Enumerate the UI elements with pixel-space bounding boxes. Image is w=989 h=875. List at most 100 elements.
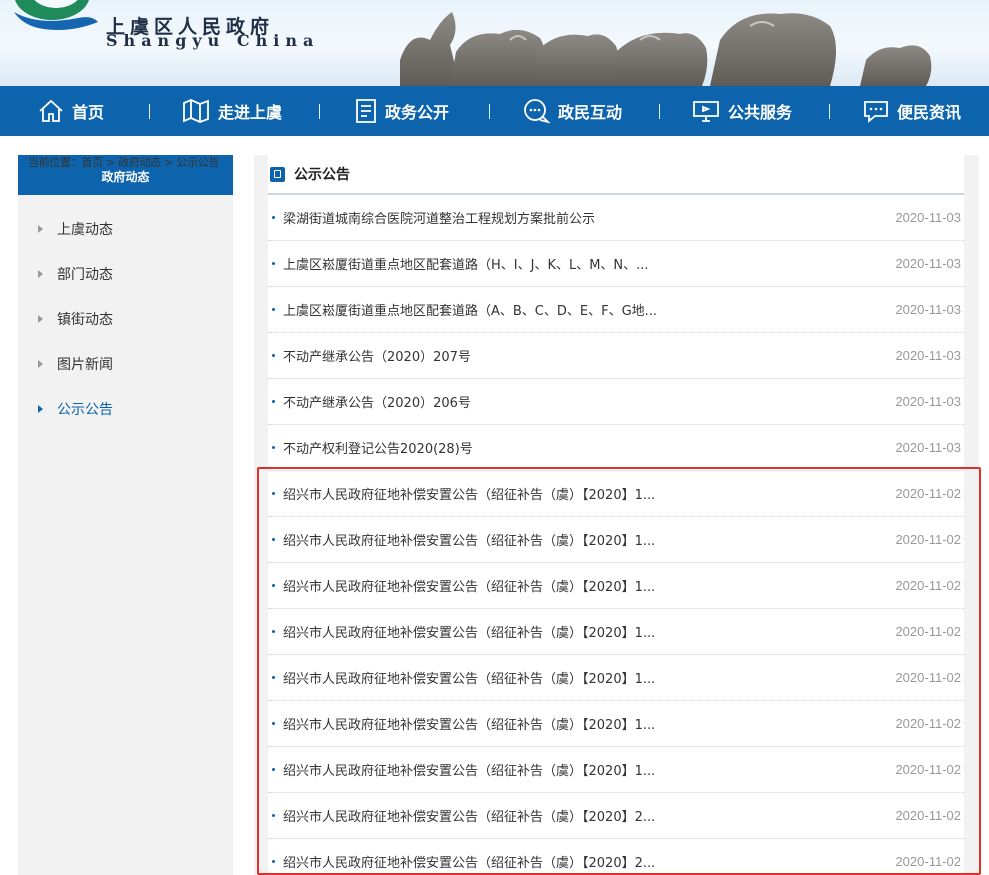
sidebar-item-label: 镇街动态 <box>57 311 113 328</box>
list-item[interactable]: 绍兴市人民政府征地补偿安置公告（绍征补告（虞）【2020】1... 2020-11… <box>268 655 964 701</box>
list-item-date: 2020-11-02 <box>895 716 961 731</box>
list-item-date: 2020-11-03 <box>895 256 961 271</box>
list-item-title[interactable]: 绍兴市人民政府征地补偿安置公告（绍征补告（虞）【2020】1... <box>283 530 703 549</box>
list-item[interactable]: 不动产继承公告（2020）207号 2020-11-03 <box>268 333 964 379</box>
triangle-right-icon <box>38 314 43 323</box>
home-icon <box>39 99 63 122</box>
list-item[interactable]: 绍兴市人民政府征地补偿安置公告（绍征补告（虞）【2020】1... 2020-11… <box>268 563 964 609</box>
nav-about[interactable]: 走进上虞 <box>182 86 282 136</box>
message-icon <box>864 101 888 123</box>
list-item-title[interactable]: 绍兴市人民政府征地补偿安置公告（绍征补告（虞）【2020】2... <box>283 852 703 871</box>
list-item[interactable]: 上虞区崧厦街道重点地区配套道路（A、B、C、D、E、F、G地... 2020-11… <box>268 287 964 333</box>
bullet-icon <box>272 860 275 863</box>
nav-divider <box>829 104 830 119</box>
bullet-icon <box>272 216 275 219</box>
panel-header: 公示公告 <box>268 155 964 195</box>
map-icon <box>183 99 209 123</box>
list-item-date: 2020-11-02 <box>895 854 961 869</box>
monitor-icon <box>693 101 719 122</box>
list-item[interactable]: 梁湖街道城南综合医院河道整治工程规划方案批前公示 2020-11-03 <box>268 195 964 241</box>
list-item-title[interactable]: 绍兴市人民政府征地补偿安置公告（绍征补告（虞）【2020】1... <box>283 622 703 641</box>
list-item-date: 2020-11-03 <box>895 302 961 317</box>
list-item-title[interactable]: 上虞区崧厦街道重点地区配套道路（H、I、J、K、L、M、N、... <box>283 254 703 273</box>
bullet-icon <box>272 262 275 265</box>
sidebar-item-label: 部门动态 <box>57 266 113 283</box>
nav-about-label: 走进上虞 <box>218 103 283 122</box>
nav-interaction[interactable]: 政民互动 <box>522 86 622 136</box>
list-item[interactable]: 绍兴市人民政府征地补偿安置公告（绍征补告（虞）【2020】1... 2020-11… <box>268 747 964 793</box>
nav-info-label: 便民资讯 <box>897 103 962 122</box>
sidebar-item-town-news[interactable]: 镇街动态 <box>18 296 233 341</box>
list-item[interactable]: 绍兴市人民政府征地补偿安置公告（绍征补告（虞）【2020】1... 2020-11… <box>268 609 964 655</box>
list-item-date: 2020-11-03 <box>895 210 961 225</box>
document-icon <box>356 99 376 123</box>
triangle-right-icon <box>38 404 43 413</box>
sidebar: 政府动态 上虞动态 部门动态 镇街动态 图片新闻 公示公告 <box>18 155 233 875</box>
header-banner: 上虞区人民政府 Shangyu China <box>0 0 989 86</box>
list-item-title[interactable]: 绍兴市人民政府征地补偿安置公告（绍征补告（虞）【2020】2... <box>283 806 703 825</box>
bullet-icon <box>272 492 275 495</box>
chat-icon <box>524 99 550 124</box>
bullet-icon <box>272 400 275 403</box>
bullet-icon <box>272 630 275 633</box>
list-item-title[interactable]: 不动产继承公告（2020）207号 <box>283 346 703 365</box>
document-icon <box>270 166 285 182</box>
sidebar-item-shangyu-news[interactable]: 上虞动态 <box>18 206 233 251</box>
list-item[interactable]: 绍兴市人民政府征地补偿安置公告（绍征补告（虞）【2020】2... 2020-11… <box>268 839 964 875</box>
list-item-title[interactable]: 不动产权利登记公告2020(28)号 <box>283 438 703 457</box>
nav-divider <box>319 104 320 119</box>
triangle-right-icon <box>38 224 43 233</box>
list-item[interactable]: 绍兴市人民政府征地补偿安置公告（绍征补告（虞）【2020】1... 2020-11… <box>268 471 964 517</box>
nav-divider <box>489 104 490 119</box>
list-item-date: 2020-11-02 <box>895 808 961 823</box>
list-item-title[interactable]: 不动产继承公告（2020）206号 <box>283 392 703 411</box>
bullet-icon <box>272 584 275 587</box>
list-item-title[interactable]: 绍兴市人民政府征地补偿安置公告（绍征补告（虞）【2020】1... <box>283 484 703 503</box>
triangle-right-icon <box>38 359 43 368</box>
bullet-icon <box>272 308 275 311</box>
bullet-icon <box>272 676 275 679</box>
list-item-title[interactable]: 绍兴市人民政府征地补偿安置公告（绍征补告（虞）【2020】1... <box>283 576 703 595</box>
list-item-date: 2020-11-02 <box>895 670 961 685</box>
main-panel: 公示公告 梁湖街道城南综合医院河道整治工程规划方案批前公示 2020-11-03 … <box>254 155 979 875</box>
list-item-date: 2020-11-02 <box>895 532 961 547</box>
nav-public-service[interactable]: 公共服务 <box>692 86 792 136</box>
nav-gov-affairs-label: 政务公开 <box>385 103 450 122</box>
bullet-icon <box>272 722 275 725</box>
list-item[interactable]: 绍兴市人民政府征地补偿安置公告（绍征补告（虞）【2020】1... 2020-11… <box>268 701 964 747</box>
bullet-icon <box>272 768 275 771</box>
list-item-title[interactable]: 绍兴市人民政府征地补偿安置公告（绍征补告（虞）【2020】1... <box>283 668 703 687</box>
list-item-date: 2020-11-03 <box>895 348 961 363</box>
triangle-right-icon <box>38 269 43 278</box>
site-logo-calligraphy <box>106 0 406 2</box>
list-item-title[interactable]: 梁湖街道城南综合医院河道整治工程规划方案批前公示 <box>283 208 703 227</box>
list-item[interactable]: 上虞区崧厦街道重点地区配套道路（H、I、J、K、L、M、N、... 2020-11… <box>268 241 964 287</box>
list-item-date: 2020-11-02 <box>895 624 961 639</box>
list-item[interactable]: 不动产继承公告（2020）206号 2020-11-03 <box>268 379 964 425</box>
site-logo[interactable] <box>8 0 100 44</box>
list-item[interactable]: 绍兴市人民政府征地补偿安置公告（绍征补告（虞）【2020】2... 2020-11… <box>268 793 964 839</box>
nav-info[interactable]: 便民资讯 <box>863 86 961 136</box>
list-item[interactable]: 绍兴市人民政府征地补偿安置公告（绍征补告（虞）【2020】1... 2020-11… <box>268 517 964 563</box>
sidebar-item-announcements[interactable]: 公示公告 <box>18 386 233 431</box>
nav-home[interactable]: 首页 <box>38 86 104 136</box>
list-item-date: 2020-11-02 <box>895 486 961 501</box>
list-item-date: 2020-11-03 <box>895 440 961 455</box>
list-item-title[interactable]: 上虞区崧厦街道重点地区配套道路（A、B、C、D、E、F、G地... <box>283 300 703 319</box>
nav-public-service-label: 公共服务 <box>728 103 793 122</box>
list-item-date: 2020-11-02 <box>895 578 961 593</box>
nav-gov-affairs[interactable]: 政务公开 <box>355 86 449 136</box>
nav-divider <box>659 104 660 119</box>
list-item-date: 2020-11-03 <box>895 394 961 409</box>
list-item[interactable]: 不动产权利登记公告2020(28)号 2020-11-03 <box>268 425 964 471</box>
nav-home-label: 首页 <box>72 103 105 122</box>
sidebar-item-label: 图片新闻 <box>57 356 113 373</box>
breadcrumb[interactable]: 当前位置：首页 > 政府动态 > 公示公告 <box>28 154 219 170</box>
list-item-title[interactable]: 绍兴市人民政府征地补偿安置公告（绍征补告（虞）【2020】1... <box>283 714 703 733</box>
bullet-icon <box>272 538 275 541</box>
nav-interaction-label: 政民互动 <box>558 103 623 122</box>
main-nav: 首页 走进上虞 政务公开 政民互动 公共服务 便民资讯 <box>0 86 989 136</box>
sidebar-item-department-news[interactable]: 部门动态 <box>18 251 233 296</box>
sidebar-item-photo-news[interactable]: 图片新闻 <box>18 341 233 386</box>
list-item-title[interactable]: 绍兴市人民政府征地补偿安置公告（绍征补告（虞）【2020】1... <box>283 760 703 779</box>
